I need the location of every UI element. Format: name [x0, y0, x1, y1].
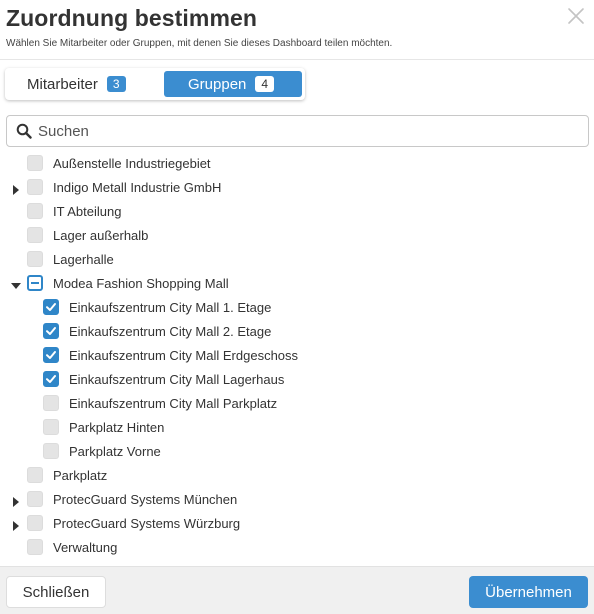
tab-mitarbeiter[interactable]: Mitarbeiter 3 — [27, 71, 147, 97]
checkmark-icon — [46, 327, 56, 335]
tree-item-checkbox[interactable] — [27, 251, 43, 267]
caret-right-icon[interactable] — [11, 518, 21, 531]
tree-item-label: Einkaufszentrum City Mall 2. Etage — [69, 323, 272, 339]
tree-item-label: IT Abteilung — [53, 203, 122, 219]
tree-item-checkbox[interactable] — [27, 203, 43, 219]
tree-item-checkbox[interactable] — [43, 443, 59, 459]
tree-item-checkbox[interactable] — [27, 539, 43, 555]
tab-mitarbeiter-label: Mitarbeiter — [27, 75, 98, 93]
dialog-header: Zuordnung bestimmen Wählen Sie Mitarbeit… — [0, 0, 594, 60]
tree-item-label: Lagerhalle — [53, 251, 114, 267]
tree-item-checkbox[interactable] — [27, 179, 43, 195]
tab-mitarbeiter-count-badge: 3 — [106, 76, 126, 92]
tree-item-checkbox[interactable] — [27, 275, 43, 291]
tree-item-label: Einkaufszentrum City Mall 1. Etage — [69, 299, 272, 315]
tree-item-label: Lager außerhalb — [53, 227, 149, 243]
caret-right-icon[interactable] — [11, 494, 21, 507]
dialog-footer: Schließen Übernehmen — [0, 566, 594, 614]
search-icon — [16, 123, 32, 144]
tree-item-label: Parkplatz Vorne — [69, 443, 161, 459]
tab-gruppen-count-badge: 4 — [255, 76, 275, 92]
tree-item-checkbox[interactable] — [43, 299, 59, 315]
tab-gruppen-label: Gruppen — [188, 75, 247, 93]
apply-button[interactable]: Übernehmen — [469, 576, 588, 608]
tree-item[interactable]: Modea Fashion Shopping Mall — [27, 271, 229, 295]
tree-item-checkbox[interactable] — [27, 227, 43, 243]
tree-item[interactable]: Einkaufszentrum City Mall 1. Etage — [43, 295, 271, 319]
tree-item-label: Parkplatz Hinten — [69, 419, 165, 435]
indeterminate-dash-icon — [31, 282, 39, 284]
dialog-subtitle: Wählen Sie Mitarbeiter oder Gruppen, mit… — [6, 38, 393, 49]
tree-item-label: Einkaufszentrum City Mall Parkplatz — [69, 395, 278, 411]
tab-gruppen[interactable]: Gruppen 4 — [164, 71, 302, 97]
checkmark-icon — [46, 303, 56, 311]
tree-item[interactable]: Einkaufszentrum City Mall 2. Etage — [43, 319, 271, 343]
tree-item-label: Einkaufszentrum City Mall Erdgeschoss — [69, 347, 299, 363]
tree-item[interactable]: IT Abteilung — [27, 199, 121, 223]
tree-item-checkbox[interactable] — [43, 347, 59, 363]
caret-down-icon[interactable] — [11, 278, 21, 289]
tree-item-checkbox[interactable] — [43, 371, 59, 387]
tree-item-label: Indigo Metall Industrie GmbH — [53, 179, 222, 195]
tree-item-checkbox[interactable] — [43, 395, 59, 411]
tree-item-label: Parkplatz — [53, 467, 108, 483]
tab-switcher: Mitarbeiter 3 Gruppen 4 — [5, 68, 305, 100]
tree-item[interactable]: ProtecGuard Systems Würzburg — [27, 511, 240, 535]
close-icon[interactable] — [566, 6, 586, 26]
tree-item[interactable]: Einkaufszentrum City Mall Parkplatz — [43, 391, 277, 415]
tree-item[interactable]: Lager außerhalb — [27, 223, 148, 247]
dialog-title: Zuordnung bestimmen — [6, 5, 258, 31]
tree-item[interactable]: Parkplatz Hinten — [43, 415, 164, 439]
tree-item[interactable]: Parkplatz Vorne — [43, 439, 161, 463]
tree-item[interactable]: Lagerhalle — [27, 247, 114, 271]
tree-item-label: Einkaufszentrum City Mall Lagerhaus — [69, 371, 285, 387]
tree-item-checkbox[interactable] — [43, 323, 59, 339]
tree-item-label: ProtecGuard Systems München — [53, 491, 238, 507]
caret-right-icon[interactable] — [11, 182, 21, 195]
tree-item[interactable]: Außenstelle Industriegebiet — [27, 151, 211, 175]
checkmark-icon — [46, 351, 56, 359]
tree-item[interactable]: ProtecGuard Systems München — [27, 487, 237, 511]
tree-item-checkbox[interactable] — [43, 419, 59, 435]
search-box — [6, 115, 589, 147]
tree-item[interactable]: Verwaltung — [27, 535, 117, 559]
tree-item-label: ProtecGuard Systems Würzburg — [53, 515, 241, 531]
tree-item[interactable]: Parkplatz — [27, 463, 107, 487]
tree-item[interactable]: Einkaufszentrum City Mall Erdgeschoss — [43, 343, 298, 367]
tree-item-label: Verwaltung — [53, 539, 118, 555]
close-button[interactable]: Schließen — [6, 576, 106, 608]
tree-item-checkbox[interactable] — [27, 467, 43, 483]
tree-item-label: Außenstelle Industriegebiet — [53, 155, 211, 171]
checkmark-icon — [46, 375, 56, 383]
tree-item-checkbox[interactable] — [27, 515, 43, 531]
tree-item[interactable]: Einkaufszentrum City Mall Lagerhaus — [43, 367, 284, 391]
tree-item[interactable]: Indigo Metall Industrie GmbH — [27, 175, 221, 199]
tree-item-checkbox[interactable] — [27, 155, 43, 171]
tree-item-label: Modea Fashion Shopping Mall — [53, 275, 229, 291]
tree-item-checkbox[interactable] — [27, 491, 43, 507]
search-input[interactable] — [38, 120, 578, 142]
